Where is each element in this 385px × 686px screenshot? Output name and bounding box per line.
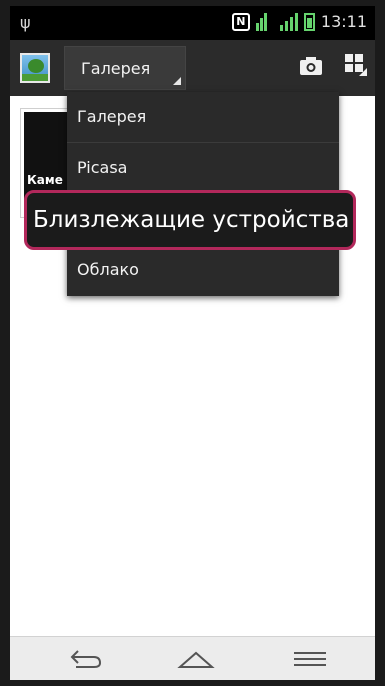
- usb-icon: ψ: [20, 13, 31, 32]
- home-icon[interactable]: [176, 647, 216, 671]
- album-source-spinner[interactable]: Галерея: [64, 46, 186, 90]
- navigation-bar: [10, 636, 375, 680]
- action-bar: Галерея: [10, 40, 375, 96]
- status-time: 13:11: [320, 12, 367, 31]
- device-bezel-left: [0, 0, 10, 686]
- nearby-devices-highlight[interactable]: Близлежащие устройства: [24, 190, 356, 250]
- camera-icon[interactable]: [299, 56, 323, 76]
- tree-icon: [28, 59, 44, 73]
- dropdown-item-picasa[interactable]: Picasa: [67, 143, 339, 194]
- nfc-icon: N: [231, 12, 250, 31]
- dropdown-triangle-icon: [173, 77, 181, 85]
- app-icon[interactable]: [20, 53, 50, 83]
- dropdown-item-cloud[interactable]: Облако: [67, 245, 339, 296]
- menu-icon[interactable]: [290, 649, 330, 669]
- dropdown-item-label: Picasa: [77, 158, 128, 177]
- dropdown-item-label: Облако: [77, 260, 139, 279]
- status-bar: ψ N 13:11: [10, 6, 375, 40]
- album-label: Каме: [27, 173, 63, 187]
- back-icon[interactable]: [66, 647, 106, 671]
- dropdown-item-gallery[interactable]: Галерея: [67, 92, 339, 143]
- grid-view-icon[interactable]: [343, 52, 367, 76]
- status-icons: N 13:11: [231, 12, 367, 31]
- spinner-label: Галерея: [81, 59, 151, 78]
- battery-icon: [303, 12, 315, 31]
- wifi-icon: [255, 12, 274, 31]
- dropdown-item-label: Близлежащие устройства: [33, 207, 350, 233]
- device-bezel-bottom: [0, 680, 385, 686]
- device-bezel-right: [375, 0, 385, 686]
- signal-icon: [279, 12, 298, 31]
- dropdown-item-label: Галерея: [77, 107, 147, 126]
